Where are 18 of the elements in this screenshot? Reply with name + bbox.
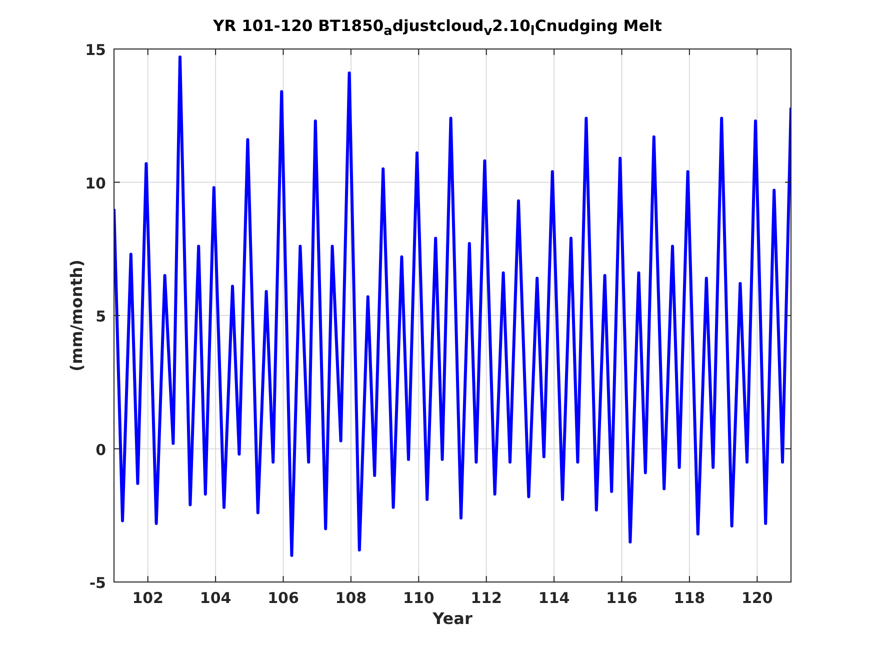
x-tick-label: 110 <box>403 589 434 607</box>
x-tick-label: 108 <box>335 589 367 607</box>
y-tick-label: 10 <box>85 174 106 192</box>
x-tick-label: 112 <box>470 589 502 607</box>
y-tick-label: 0 <box>96 440 106 459</box>
y-tick-label: -5 <box>89 574 106 592</box>
y-tick-label: 15 <box>85 41 106 59</box>
x-tick-label: 116 <box>606 589 638 607</box>
chart-title: YR 101-120 BT1850$_{a}$djustcloud$_{v}$2.10$_{l}$Cnudging Melt <box>213 17 662 40</box>
x-tick-label: 118 <box>674 589 706 607</box>
x-tick-label: 104 <box>200 589 232 607</box>
x-tick-label: 102 <box>132 589 164 607</box>
y-axis-label: (mm/month) <box>67 260 86 372</box>
x-tick-label: 114 <box>538 589 570 607</box>
y-tick-label: 5 <box>96 308 106 326</box>
x-tick-label: 106 <box>268 589 299 607</box>
x-axis-label: Year <box>432 609 472 628</box>
x-tick-label: 120 <box>742 589 773 607</box>
